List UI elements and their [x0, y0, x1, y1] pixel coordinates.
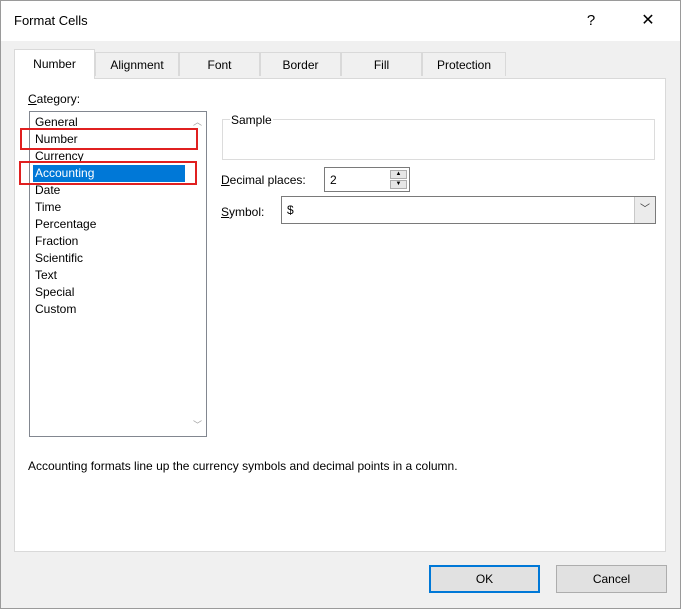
annotation-highlight-accounting: [19, 161, 197, 185]
symbol-value: $: [287, 203, 294, 217]
tab-font[interactable]: Font: [179, 52, 260, 76]
dialog-title: Format Cells: [14, 13, 88, 28]
chevron-down-icon[interactable]: ﹀: [634, 197, 655, 223]
tab-number[interactable]: Number: [14, 49, 95, 79]
close-button[interactable]: ✕: [633, 7, 663, 35]
category-item-text[interactable]: Text: [33, 267, 185, 284]
category-listbox[interactable]: General Number Currency Accounting Date …: [29, 111, 207, 437]
tab-fill[interactable]: Fill: [341, 52, 422, 76]
category-item-scientific[interactable]: Scientific: [33, 250, 185, 267]
format-cells-dialog: Format Cells ? ✕ Number Alignment Font B…: [0, 0, 681, 609]
category-item-time[interactable]: Time: [33, 199, 185, 216]
annotation-highlight-number: [20, 128, 198, 150]
sample-group: [222, 119, 655, 160]
number-tab-panel: Category: General Number Currency Accoun…: [14, 78, 666, 552]
title-bar: Format Cells ? ✕: [1, 1, 680, 41]
tab-protection[interactable]: Protection: [422, 52, 506, 76]
ok-button[interactable]: OK: [429, 565, 540, 593]
format-description: Accounting formats line up the currency …: [28, 459, 458, 473]
help-button[interactable]: ?: [577, 7, 605, 35]
decimal-places-value[interactable]: 2: [330, 173, 337, 187]
decimal-places-label: Decimal places:: [221, 173, 306, 187]
category-item-fraction[interactable]: Fraction: [33, 233, 185, 250]
category-label: Category:: [28, 92, 81, 106]
cancel-button[interactable]: Cancel: [556, 565, 667, 593]
category-item-special[interactable]: Special: [33, 284, 185, 301]
spin-down-icon[interactable]: ▼: [390, 180, 407, 189]
scroll-down-icon[interactable]: ﹀: [189, 417, 206, 434]
category-item-percentage[interactable]: Percentage: [33, 216, 185, 233]
symbol-dropdown[interactable]: $ ﹀: [281, 196, 656, 224]
tab-border[interactable]: Border: [260, 52, 341, 76]
symbol-label: Symbol:: [221, 205, 265, 219]
tab-alignment[interactable]: Alignment: [95, 52, 179, 76]
spinner-buttons: ▲ ▼: [390, 170, 407, 189]
sample-legend: Sample: [230, 113, 273, 127]
decimal-places-spinner[interactable]: 2 ▲ ▼: [324, 167, 410, 192]
category-item-custom[interactable]: Custom: [33, 301, 185, 318]
spin-up-icon[interactable]: ▲: [390, 170, 407, 179]
